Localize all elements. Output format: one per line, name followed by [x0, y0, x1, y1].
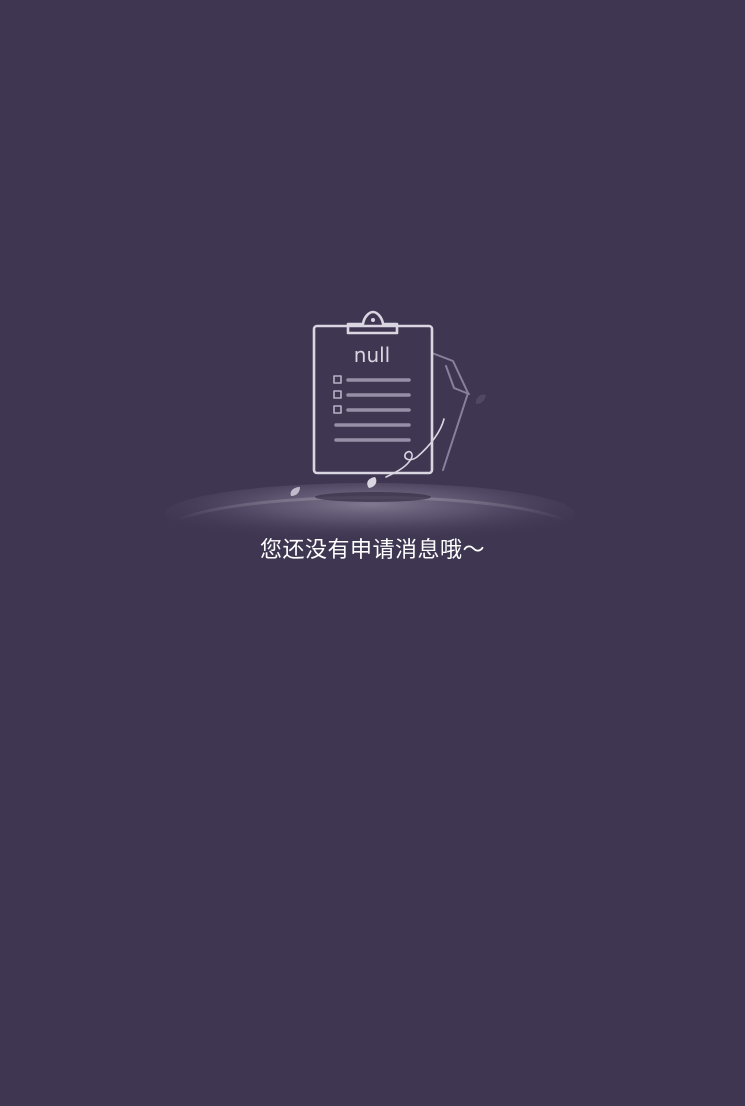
- empty-state: null 您还没有申请消息哦～: [0, 0, 745, 1106]
- clipboard-null-label: null: [354, 343, 390, 367]
- empty-illustration: null: [160, 300, 580, 540]
- empty-message: 您还没有申请消息哦～: [259, 538, 485, 563]
- clipboard-icon: null: [165, 310, 575, 540]
